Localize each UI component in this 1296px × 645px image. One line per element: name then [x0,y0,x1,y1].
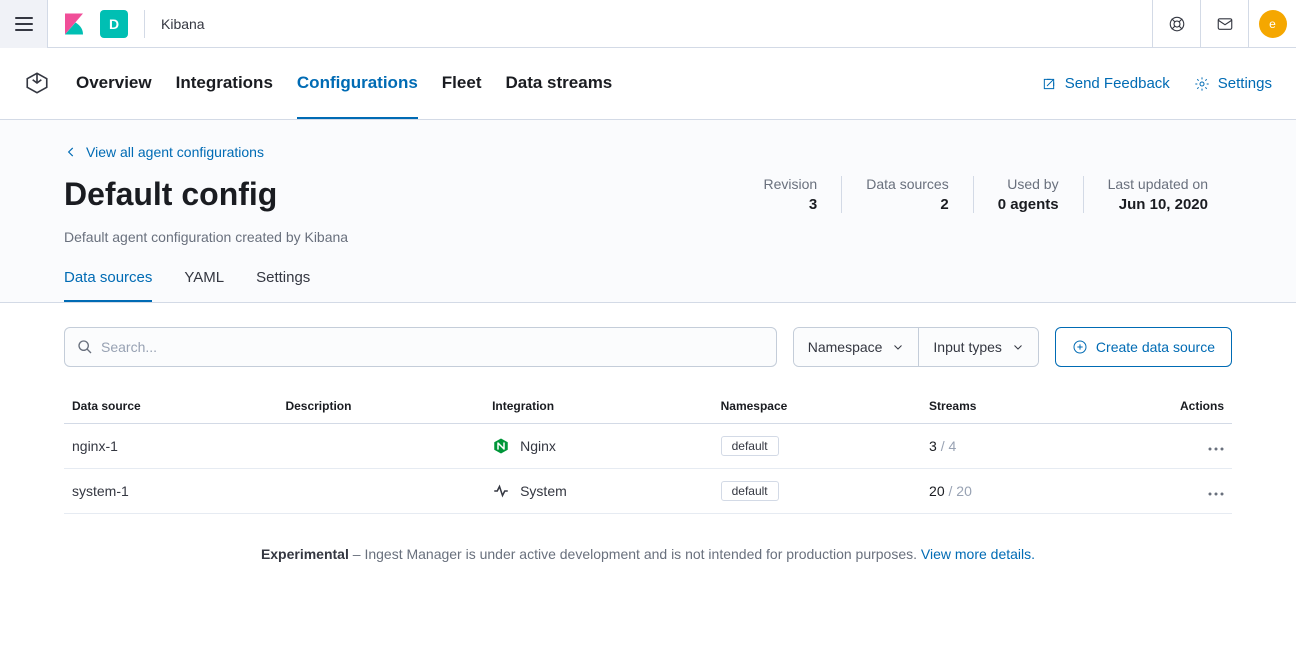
notice-link[interactable]: View more details. [921,546,1035,562]
divider [144,10,145,38]
chevron-left-icon [64,145,78,159]
search-input[interactable] [101,339,764,355]
settings-link[interactable]: Settings [1194,75,1272,92]
notice-bold: Experimental [261,546,349,562]
system-icon [492,482,510,500]
user-menu[interactable]: e [1248,0,1296,48]
cell-actions [1081,469,1232,514]
page-title: Default config [64,176,277,213]
tab-data-sources[interactable]: Data sources [64,269,152,302]
filter-group: Namespace Input types [793,327,1039,367]
tab-yaml[interactable]: YAML [184,269,224,302]
col-integration[interactable]: Integration [484,391,713,424]
lifebuoy-icon [1168,15,1186,33]
stat-last-updated-on: Last updated on Jun 10, 2020 [1083,176,1232,213]
nav-tab-integrations[interactable]: Integrations [176,48,273,119]
integration-name: Nginx [520,438,556,454]
stat-value: 3 [764,196,818,213]
cell-integration[interactable]: System [484,469,713,514]
plus-circle-icon [1072,339,1088,355]
stat-value: 2 [866,196,948,213]
chevron-down-icon [892,341,904,353]
content: Namespace Input types Create data source… [0,303,1296,586]
cell-description [277,469,484,514]
back-link-label: View all agent configurations [86,144,264,160]
nav-tab-fleet[interactable]: Fleet [442,48,482,119]
table-row: system-1 System default 20 / 20 [64,469,1232,514]
tab-settings[interactable]: Settings [256,269,310,302]
cell-namespace: default [713,469,921,514]
settings-label: Settings [1218,75,1272,92]
input-types-filter[interactable]: Input types [918,328,1038,366]
cell-actions [1081,424,1232,469]
cell-name[interactable]: system-1 [64,469,277,514]
create-button-label: Create data source [1096,339,1215,355]
space-selector[interactable]: D [100,10,128,38]
stat-value: Jun 10, 2020 [1108,196,1208,213]
kibana-logo[interactable] [60,10,88,38]
col-description[interactable]: Description [277,391,484,424]
cell-name[interactable]: nginx-1 [64,424,277,469]
nav-tab-configurations[interactable]: Configurations [297,48,418,119]
gear-icon [1194,76,1210,92]
top-header: D Kibana e [0,0,1296,48]
menu-toggle[interactable] [0,0,48,48]
ingest-manager-icon [24,70,52,98]
cell-streams: 20 / 20 [921,469,1081,514]
chevron-down-icon [1012,341,1024,353]
namespace-filter[interactable]: Namespace [794,328,919,366]
notice-text: – Ingest Manager is under active develop… [349,546,921,562]
breadcrumb-app[interactable]: Kibana [161,16,205,32]
stat-label: Data sources [866,176,948,192]
page-description: Default agent configuration created by K… [64,229,1232,245]
namespace-badge: default [721,436,779,456]
stat-label: Revision [764,176,818,192]
integration-name: System [520,483,567,499]
hamburger-icon [15,17,33,31]
table-row: nginx-1 Nginx default 3 / 4 [64,424,1232,469]
stat-data-sources: Data sources 2 [841,176,972,213]
cell-integration[interactable]: Nginx [484,424,713,469]
col-data-source[interactable]: Data source [64,391,277,424]
search-box[interactable] [64,327,777,367]
input-types-filter-label: Input types [933,339,1002,355]
search-icon [77,339,93,355]
nginx-icon [492,437,510,455]
avatar: e [1259,10,1287,38]
page-hero: View all agent configurations Default co… [0,120,1296,303]
row-actions-button[interactable] [1208,438,1224,454]
col-actions: Actions [1081,391,1232,424]
stat-label: Last updated on [1108,176,1208,192]
mail-icon [1216,15,1234,33]
cell-namespace: default [713,424,921,469]
row-actions-button[interactable] [1208,483,1224,499]
namespace-filter-label: Namespace [808,339,883,355]
stat-used-by: Used by 0 agents [973,176,1083,213]
send-feedback-label: Send Feedback [1065,75,1170,92]
cell-streams: 3 / 4 [921,424,1081,469]
stat-revision: Revision 3 [740,176,842,213]
namespace-badge: default [721,481,779,501]
dots-horizontal-icon [1208,492,1224,496]
stat-label: Used by [998,176,1059,192]
stat-value: 0 agents [998,196,1059,213]
external-link-icon [1041,76,1057,92]
back-link[interactable]: View all agent configurations [64,144,264,160]
data-sources-table: Data source Description Integration Name… [64,391,1232,514]
send-feedback-link[interactable]: Send Feedback [1041,75,1170,92]
help-button[interactable] [1152,0,1200,48]
app-nav: Overview Integrations Configurations Fleet D… [0,48,1296,120]
experimental-notice: Experimental – Ingest Manager is under a… [64,546,1232,562]
dots-horizontal-icon [1208,447,1224,451]
create-data-source-button[interactable]: Create data source [1055,327,1232,367]
col-streams[interactable]: Streams [921,391,1081,424]
nav-tab-overview[interactable]: Overview [76,48,152,119]
col-namespace[interactable]: Namespace [713,391,921,424]
newsfeed-button[interactable] [1200,0,1248,48]
cell-description [277,424,484,469]
nav-tab-data-streams[interactable]: Data streams [505,48,612,119]
